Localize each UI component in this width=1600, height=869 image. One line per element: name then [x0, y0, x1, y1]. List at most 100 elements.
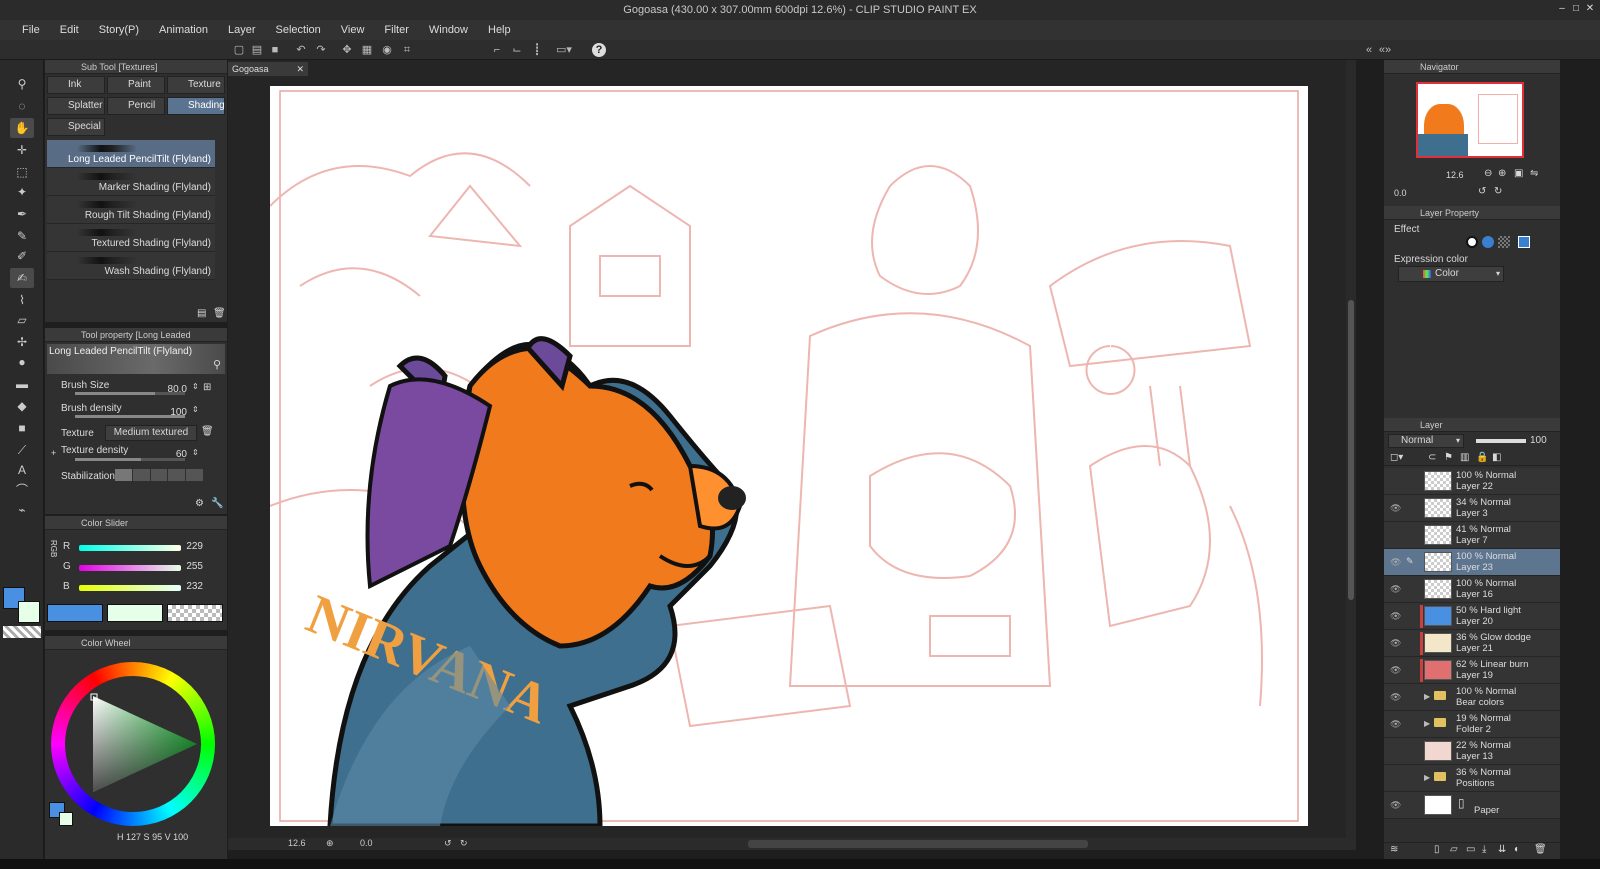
menu-story[interactable]: Story(P): [89, 20, 149, 40]
layer-row[interactable]: 👁 ✎ 100 % Normal Layer 23: [1384, 549, 1560, 576]
nav-angle-value[interactable]: 0.0: [1394, 188, 1407, 198]
drawing-canvas[interactable]: NIRVANA: [270, 86, 1308, 826]
opacity-value[interactable]: 100: [1530, 435, 1547, 446]
brush-item[interactable]: Marker Shading (Flyland): [47, 168, 215, 196]
brush-density-value[interactable]: 100: [155, 407, 187, 418]
layer-row[interactable]: ▶ 36 % Normal Positions: [1384, 765, 1560, 792]
layer-row[interactable]: 👁 ▶ 100 % Normal Bear colors: [1384, 684, 1560, 711]
sub-color-swatch[interactable]: [18, 601, 40, 623]
zoom-stepper-icon[interactable]: ⊕: [326, 838, 334, 849]
lock-layer-icon[interactable]: 🔒: [1476, 452, 1488, 463]
collapse-left-icon[interactable]: «: [1362, 43, 1376, 57]
layer-row[interactable]: 👁 ▯ Paper: [1384, 792, 1560, 819]
undo-icon[interactable]: ↶: [294, 43, 308, 57]
expression-color-select[interactable]: Color ▾: [1398, 266, 1504, 282]
r-slider[interactable]: [79, 545, 181, 551]
frame-tool-icon[interactable]: ■: [10, 418, 34, 438]
saturation-triangle[interactable]: [51, 662, 215, 826]
zoom-out-icon[interactable]: ⊖: [1484, 168, 1492, 179]
layer-row[interactable]: 👁 ▶ 19 % Normal Folder 2: [1384, 711, 1560, 738]
rotate-ccw-icon[interactable]: ↺: [1478, 186, 1486, 197]
layer-color-select-icon[interactable]: ◻▾: [1390, 452, 1403, 463]
special-ruler-snap-icon[interactable]: ⌙: [510, 43, 524, 57]
layer-row[interactable]: 👁 50 % Hard light Layer 20: [1384, 603, 1560, 630]
layer-row[interactable]: 👁 100 % Normal Layer 16: [1384, 576, 1560, 603]
wheel-sub-swatch[interactable]: [59, 812, 73, 826]
crop-icon[interactable]: ⌗: [400, 43, 414, 57]
transparent-color-swatch[interactable]: [3, 626, 41, 638]
expand-arrow-icon[interactable]: ▶: [1424, 773, 1430, 782]
menu-animation[interactable]: Animation: [149, 20, 218, 40]
s-value[interactable]: 95: [152, 832, 162, 842]
brush-tool-icon[interactable]: ✐: [10, 246, 34, 266]
transparent-color-chip[interactable]: [167, 604, 223, 622]
settings-gear-icon[interactable]: ⚙: [195, 498, 204, 509]
decoration-tool-icon[interactable]: ✍: [10, 268, 34, 288]
mask-create-icon[interactable]: ◐: [1514, 844, 1520, 855]
tab-splatter[interactable]: Splatter: [47, 97, 105, 115]
horizontal-scrollbar[interactable]: [748, 840, 1088, 848]
layer-menu-icon[interactable]: ≋: [1390, 844, 1398, 855]
lasso-tool-icon[interactable]: ◌: [10, 96, 34, 116]
delete-layer-icon[interactable]: 🗑: [1534, 844, 1547, 855]
menu-help[interactable]: Help: [478, 20, 521, 40]
eye-icon[interactable]: 👁: [1390, 611, 1401, 622]
layer-row[interactable]: 👁 34 % Normal Layer 3: [1384, 495, 1560, 522]
b-slider[interactable]: [79, 585, 181, 591]
tab-shading[interactable]: Shading: [167, 97, 225, 115]
eye-icon[interactable]: 👁: [1390, 503, 1401, 514]
redo-icon[interactable]: ↷: [314, 43, 328, 57]
pencil-tool-icon[interactable]: ✎: [10, 226, 34, 246]
menu-file[interactable]: File: [12, 20, 50, 40]
minimize-icon[interactable]: –: [1556, 2, 1568, 16]
menu-edit[interactable]: Edit: [50, 20, 89, 40]
expand-arrow-icon[interactable]: ▶: [1424, 719, 1430, 728]
layer-color-icon[interactable]: [1518, 236, 1530, 248]
zoom-in-icon[interactable]: ⊕: [1498, 168, 1506, 179]
angle-value[interactable]: 0.0: [360, 838, 373, 848]
reference-layer-icon[interactable]: ⚑: [1444, 452, 1453, 463]
clip-layer-icon[interactable]: ⊂: [1428, 452, 1436, 463]
tone-effect-icon[interactable]: [1482, 236, 1494, 248]
text-tool-icon[interactable]: A: [10, 460, 34, 480]
menu-window[interactable]: Window: [419, 20, 478, 40]
close-tab-icon[interactable]: ✕: [296, 62, 304, 76]
figure-tool-icon[interactable]: ◆: [10, 396, 34, 416]
blend-mode-select[interactable]: Normal ▾: [1388, 434, 1464, 448]
expand-arrow-icon[interactable]: ▶: [1424, 692, 1430, 701]
v-value[interactable]: 100: [173, 832, 188, 842]
eye-icon[interactable]: 👁: [1390, 665, 1401, 676]
brush-item[interactable]: Rough Tilt Shading (Flyland): [47, 196, 215, 224]
navigator-preview[interactable]: [1416, 82, 1524, 158]
tab-special[interactable]: Special: [47, 118, 105, 136]
airbrush-tool-icon[interactable]: ⌇: [10, 290, 34, 310]
brush-size-value[interactable]: 80.0: [155, 384, 187, 395]
g-value[interactable]: 255: [183, 561, 203, 572]
layer-row[interactable]: 100 % Normal Layer 22: [1384, 468, 1560, 495]
balloon-tool-icon[interactable]: ⌒: [10, 480, 34, 500]
fill-icon[interactable]: ◉: [380, 43, 394, 57]
delete-subtool-icon[interactable]: 🗑: [213, 308, 226, 319]
mask-icon[interactable]: ◧: [1492, 452, 1501, 463]
transform-icon[interactable]: ✥: [340, 43, 354, 57]
save-icon[interactable]: ■: [268, 43, 282, 57]
brush-item[interactable]: Long Leaded PencilTilt (Flyland): [47, 140, 215, 168]
pen-tool-icon[interactable]: ✒: [10, 204, 34, 224]
line-tool-icon[interactable]: ⟋: [10, 440, 34, 460]
eyedropper-tool-icon[interactable]: ✦: [10, 182, 34, 202]
transfer-down-icon[interactable]: ⤓: [1482, 844, 1486, 855]
help-icon[interactable]: ?: [592, 43, 606, 57]
color-mode-label[interactable]: RGB: [49, 540, 58, 557]
hue-ring[interactable]: [51, 662, 215, 826]
vertical-scrollbar[interactable]: [1346, 60, 1356, 840]
pattern-effect-icon[interactable]: [1498, 236, 1510, 248]
new-vector-layer-icon[interactable]: ▱: [1450, 844, 1458, 855]
texture-density-value[interactable]: 60: [155, 449, 187, 460]
texture-delete-icon[interactable]: 🗑: [201, 426, 214, 437]
texture-density-stepper-icon[interactable]: ⇕: [192, 448, 199, 457]
h-value[interactable]: 127: [126, 832, 141, 842]
ruler-snap-icon[interactable]: ⌐: [490, 43, 504, 57]
b-value[interactable]: 232: [183, 581, 203, 592]
layer-row[interactable]: 👁 62 % Linear burn Layer 19: [1384, 657, 1560, 684]
rotate-cw-icon[interactable]: ↻: [1494, 186, 1502, 197]
